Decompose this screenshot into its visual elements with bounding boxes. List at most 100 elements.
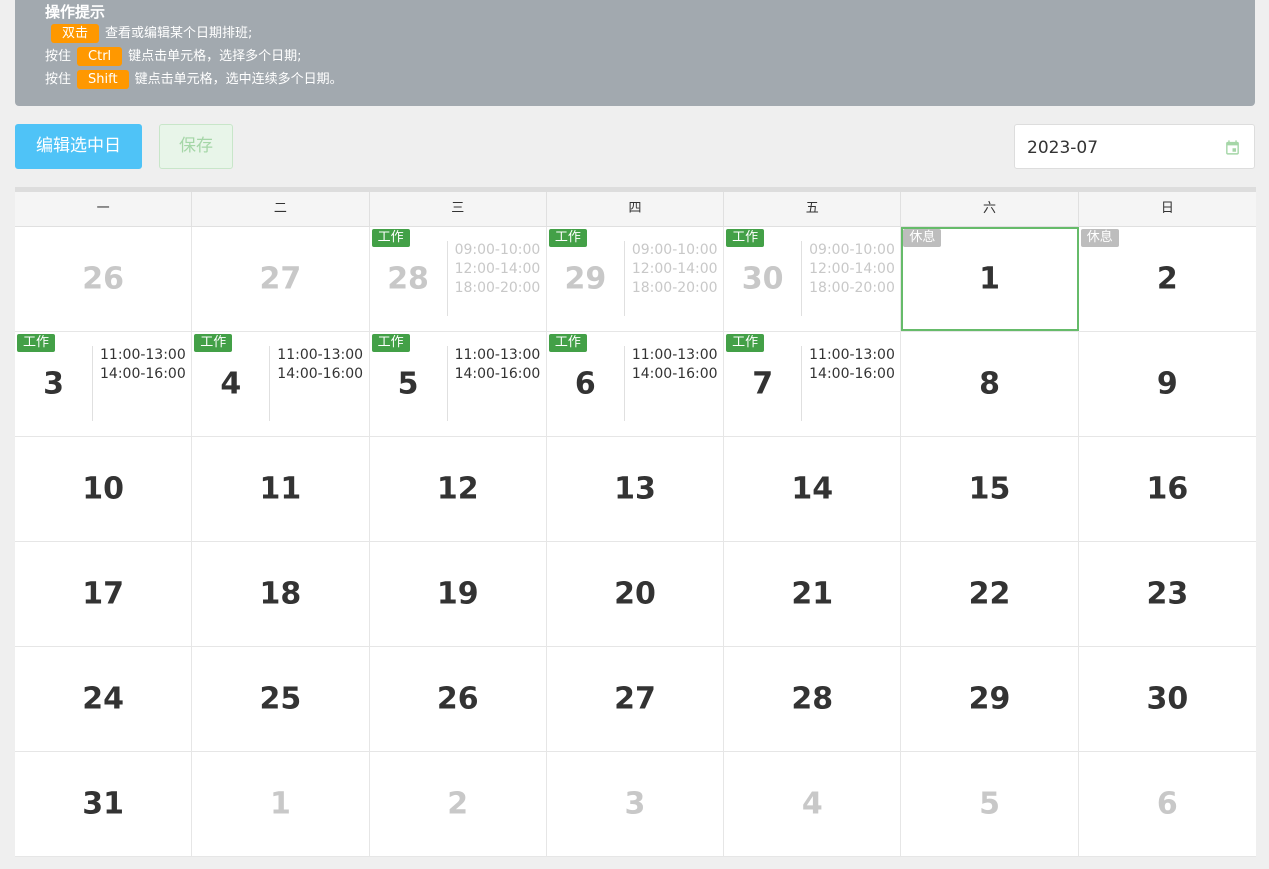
day-number: 30 — [741, 261, 784, 297]
day-number: 26 — [82, 261, 125, 297]
week-row: 17 18 19 20 21 22 23 — [15, 542, 1256, 647]
day-cell[interactable]: 10 — [15, 437, 193, 541]
tip-prefix: 按住 — [45, 49, 72, 64]
shift-times: 11:00-13:00 14:00-16:00 — [92, 346, 186, 421]
shift-times: 09:00-10:00 12:00-14:00 18:00-20:00 — [446, 241, 541, 316]
day-cell[interactable]: 5 — [901, 752, 1079, 856]
shift-time: 14:00-16:00 — [809, 366, 895, 382]
day-number: 22 — [968, 576, 1011, 612]
day-cell[interactable]: 16 — [1079, 437, 1256, 541]
week-row: 24 25 26 27 28 29 30 — [15, 647, 1256, 752]
day-cell[interactable]: 工作 4 11:00-13:00 14:00-16:00 — [192, 332, 370, 436]
day-cell[interactable]: 休息 2 — [1079, 227, 1256, 331]
day-number: 18 — [259, 576, 302, 612]
day-cell[interactable]: 9 — [1079, 332, 1256, 436]
day-cell[interactable]: 17 — [15, 542, 193, 646]
day-number: 30 — [1146, 681, 1189, 717]
day-cell[interactable]: 23 — [1079, 542, 1256, 646]
day-cell[interactable]: 25 — [192, 647, 370, 751]
day-cell[interactable]: 26 — [15, 227, 193, 331]
month-picker[interactable] — [1014, 124, 1255, 169]
day-number: 27 — [614, 681, 656, 717]
day-number: 26 — [436, 681, 479, 717]
day-number: 28 — [791, 681, 834, 717]
weekday-header: 二 — [192, 192, 370, 226]
shift-time: 12:00-14:00 — [809, 261, 895, 277]
day-number: 5 — [979, 786, 1000, 822]
calendar-icon[interactable] — [1224, 139, 1241, 156]
tip-line-ctrl: 按住 Ctrl 键点击单元格，选择多个日期; — [45, 45, 1255, 68]
day-number: 13 — [614, 471, 656, 507]
shift-time: 11:00-13:00 — [631, 347, 718, 363]
work-badge: 工作 — [371, 229, 410, 247]
shift-times: 11:00-13:00 14:00-16:00 — [269, 346, 363, 421]
day-cell[interactable]: 13 — [547, 437, 725, 541]
day-number: 29 — [968, 681, 1011, 717]
day-cell[interactable]: 30 — [1079, 647, 1256, 751]
save-button[interactable]: 保存 — [159, 124, 233, 169]
tip-text: 查看或编辑某个日期排班; — [105, 26, 253, 41]
shift-times: 11:00-13:00 14:00-16:00 — [801, 346, 895, 421]
day-cell[interactable]: 28 — [724, 647, 902, 751]
day-cell[interactable]: 15 — [901, 437, 1079, 541]
weekday-header: 六 — [901, 192, 1079, 226]
day-cell[interactable]: 1 — [192, 752, 370, 856]
day-cell[interactable]: 4 — [724, 752, 902, 856]
day-number: 28 — [387, 261, 429, 297]
day-cell[interactable]: 12 — [370, 437, 547, 541]
day-number: 25 — [259, 681, 302, 717]
work-badge: 工作 — [371, 334, 410, 352]
day-cell[interactable]: 工作 5 11:00-13:00 14:00-16:00 — [370, 332, 547, 436]
day-cell[interactable]: 11 — [192, 437, 370, 541]
weekday-header: 三 — [370, 192, 547, 226]
day-cell[interactable]: 27 — [192, 227, 370, 331]
calendar-body: 26 27 工作 28 09:00-10:00 12:00-14:00 18:00-20:0… — [15, 227, 1256, 857]
day-cell[interactable]: 31 — [15, 752, 193, 856]
day-cell[interactable]: 3 — [547, 752, 725, 856]
edit-selected-day-button[interactable]: 编辑选中日 — [15, 124, 142, 169]
day-cell[interactable]: 休息 1 — [901, 227, 1079, 331]
day-cell[interactable]: 6 — [1079, 752, 1256, 856]
day-cell[interactable]: 工作 28 09:00-10:00 12:00-14:00 18:00-20:00 — [370, 227, 547, 331]
day-cell[interactable]: 14 — [724, 437, 902, 541]
shift-time: 09:00-10:00 — [454, 242, 541, 258]
day-number: 6 — [574, 366, 596, 402]
day-cell[interactable]: 工作 7 11:00-13:00 14:00-16:00 — [724, 332, 902, 436]
shift-time: 12:00-14:00 — [454, 261, 541, 277]
day-cell[interactable]: 18 — [192, 542, 370, 646]
day-cell[interactable]: 2 — [370, 752, 547, 856]
day-cell[interactable]: 19 — [370, 542, 547, 646]
day-cell[interactable]: 工作 6 11:00-13:00 14:00-16:00 — [547, 332, 725, 436]
shift-time: 11:00-13:00 — [100, 347, 186, 363]
rest-badge: 休息 — [903, 229, 942, 247]
day-cell[interactable]: 工作 3 11:00-13:00 14:00-16:00 — [15, 332, 193, 436]
day-cell[interactable]: 26 — [370, 647, 547, 751]
day-cell[interactable]: 工作 30 09:00-10:00 12:00-14:00 18:00-20:00 — [724, 227, 902, 331]
day-number: 6 — [1156, 786, 1178, 822]
day-cell[interactable]: 工作 29 09:00-10:00 12:00-14:00 18:00-20:00 — [547, 227, 725, 331]
day-cell[interactable]: 27 — [547, 647, 725, 751]
day-number: 2 — [447, 786, 469, 822]
work-badge: 工作 — [726, 334, 765, 352]
day-cell[interactable]: 29 — [901, 647, 1079, 751]
day-number: 4 — [801, 786, 823, 822]
day-cell[interactable]: 22 — [901, 542, 1079, 646]
week-row: 31 1 2 3 4 5 6 — [15, 752, 1256, 857]
day-cell[interactable]: 24 — [15, 647, 193, 751]
day-number: 20 — [614, 576, 656, 612]
tips-title: 操作提示 — [45, 3, 106, 21]
day-number: 11 — [259, 471, 302, 507]
weekday-header: 一 — [15, 192, 193, 226]
day-cell[interactable]: 20 — [547, 542, 725, 646]
day-cell[interactable]: 8 — [901, 332, 1079, 436]
shift-time: 14:00-16:00 — [454, 366, 541, 382]
tip-prefix: 按住 — [45, 72, 72, 87]
day-number: 10 — [82, 471, 125, 507]
day-number: 1 — [269, 786, 291, 822]
day-cell[interactable]: 21 — [724, 542, 902, 646]
tip-line-double-click: 双击 查看或编辑某个日期排班; — [45, 22, 1255, 45]
shift-times: 09:00-10:00 12:00-14:00 18:00-20:00 — [623, 241, 718, 316]
tip-text: 键点击单元格，选中连续多个日期。 — [134, 72, 343, 87]
month-input[interactable] — [1027, 137, 1207, 159]
shift-time: 18:00-20:00 — [809, 280, 895, 296]
